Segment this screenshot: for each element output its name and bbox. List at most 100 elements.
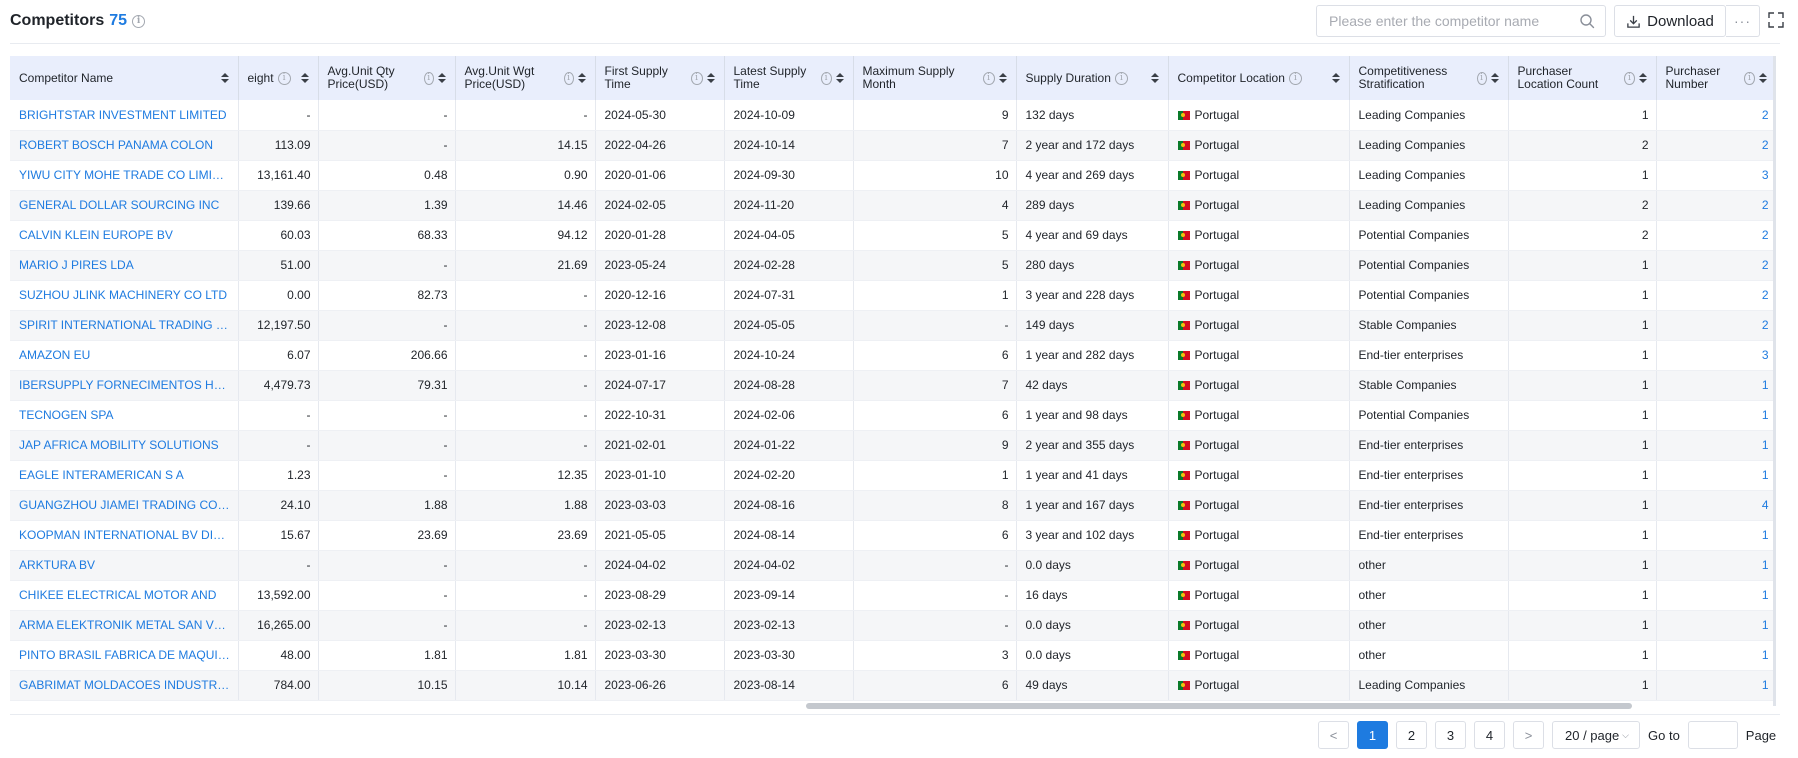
competitor-name-link[interactable]: EAGLE INTERAMERICAN S A <box>10 460 239 491</box>
competitor-name-link[interactable]: SPIRIT INTERNATIONAL TRADING LTD <box>10 310 239 341</box>
info-icon[interactable]: i <box>982 71 995 85</box>
column-header[interactable]: Competitor Location i <box>1168 56 1350 100</box>
sort-icon[interactable] <box>220 73 229 83</box>
purchaser-number-link[interactable]: 1 <box>1656 670 1773 701</box>
sort-icon[interactable] <box>706 73 715 83</box>
location-cell: Portugal <box>1168 460 1350 491</box>
info-icon[interactable]: i <box>1114 71 1128 85</box>
sort-icon[interactable] <box>998 73 1007 83</box>
search-icon[interactable] <box>1579 13 1595 29</box>
competitor-name-link[interactable]: CALVIN KLEIN EUROPE BV <box>10 220 239 251</box>
page-button-4[interactable]: 4 <box>1474 721 1505 749</box>
page-button-2[interactable]: 2 <box>1396 721 1427 749</box>
purchaser-number-link[interactable]: 2 <box>1656 310 1773 341</box>
table-cell: 14.46 <box>455 190 596 221</box>
purchaser-number-link[interactable]: 1 <box>1656 640 1773 671</box>
page-button-3[interactable]: 3 <box>1435 721 1466 749</box>
sort-icon[interactable] <box>1150 73 1159 83</box>
sort-icon[interactable] <box>1758 73 1767 83</box>
info-icon[interactable]: i <box>1288 71 1302 85</box>
competitor-name-link[interactable]: SUZHOU JLINK MACHINERY CO LTD <box>10 280 239 311</box>
next-page-button[interactable]: > <box>1513 721 1544 749</box>
competitor-name-link[interactable]: CHIKEE ELECTRICAL MOTOR AND <box>10 580 239 611</box>
info-icon[interactable]: i <box>423 71 434 85</box>
purchaser-number-link[interactable]: 3 <box>1656 160 1773 191</box>
column-header[interactable]: Competitor Name <box>10 56 239 100</box>
column-header[interactable]: Competitiveness Stratification i <box>1349 56 1509 100</box>
table-cell: 1 <box>1508 610 1657 641</box>
competitor-name-link[interactable]: AMAZON EU <box>10 340 239 371</box>
purchaser-number-link[interactable]: 1 <box>1656 460 1773 491</box>
competitor-name-link[interactable]: MARIO J PIRES LDA <box>10 250 239 281</box>
competitor-name-link[interactable]: TECNOGEN SPA <box>10 400 239 431</box>
info-icon[interactable]: i <box>1624 71 1635 85</box>
portugal-flag-icon <box>1177 531 1190 540</box>
purchaser-number-link[interactable]: 2 <box>1656 250 1773 281</box>
sort-icon[interactable] <box>577 73 586 83</box>
info-icon[interactable]: i <box>1744 71 1755 85</box>
competitor-name-link[interactable]: ARMA ELEKTRONIK METAL SAN VE TIC <box>10 610 239 641</box>
sort-icon[interactable] <box>1638 73 1647 83</box>
column-header[interactable]: Latest Supply Time i <box>724 56 854 100</box>
competitor-name-link[interactable]: KOOPMAN INTERNATIONAL BV DIST... <box>10 520 239 551</box>
download-button[interactable]: Download <box>1614 5 1726 37</box>
table-cell: 6.07 <box>238 340 319 371</box>
info-icon[interactable]: i <box>277 71 291 85</box>
sort-icon[interactable] <box>1490 73 1499 83</box>
purchaser-number-link[interactable]: 2 <box>1656 100 1773 131</box>
location-cell: Portugal <box>1168 370 1350 401</box>
competitor-name-link[interactable]: BRIGHTSTAR INVESTMENT LIMITED <box>10 100 239 131</box>
purchaser-number-link[interactable]: 2 <box>1656 220 1773 251</box>
competitor-name-link[interactable]: YIWU CITY MOHE TRADE CO LIMITED <box>10 160 239 191</box>
purchaser-number-link[interactable]: 2 <box>1656 130 1773 161</box>
purchaser-number-link[interactable]: 1 <box>1656 580 1773 611</box>
scrollbar-thumb[interactable] <box>806 703 1632 709</box>
prev-page-button[interactable]: < <box>1318 721 1349 749</box>
purchaser-number-link[interactable]: 2 <box>1656 280 1773 311</box>
competitor-name-link[interactable]: IBERSUPPLY FORNECIMENTOS HOTE... <box>10 370 239 401</box>
column-header[interactable]: First Supply Time i <box>595 56 725 100</box>
competitor-name-link[interactable]: JAP AFRICA MOBILITY SOLUTIONS <box>10 430 239 461</box>
column-header[interactable]: Avg.Unit Wgt Price(USD) i <box>455 56 596 100</box>
page-size-select[interactable]: 20 / page ⌵ <box>1552 721 1640 749</box>
purchaser-number-link[interactable]: 1 <box>1656 550 1773 581</box>
purchaser-number-link[interactable]: 1 <box>1656 430 1773 461</box>
column-header[interactable]: Purchaser Number i <box>1656 56 1773 100</box>
sort-icon[interactable] <box>437 73 446 83</box>
sort-icon[interactable] <box>300 73 309 83</box>
fullscreen-icon[interactable] <box>1766 10 1786 30</box>
goto-page-input[interactable] <box>1687 721 1738 749</box>
info-icon[interactable]: i <box>820 71 832 85</box>
purchaser-number-link[interactable]: 1 <box>1656 610 1773 641</box>
column-header[interactable]: Supply Duration i <box>1016 56 1169 100</box>
competitor-name-link[interactable]: GABRIMAT MOLDACOES INDUSTRIAI... <box>10 670 239 701</box>
purchaser-number-link[interactable]: 1 <box>1656 370 1773 401</box>
info-icon[interactable]: i <box>1476 71 1487 85</box>
purchaser-number-link[interactable]: 4 <box>1656 490 1773 521</box>
sort-icon[interactable] <box>835 73 844 83</box>
competitor-name-link[interactable]: GENERAL DOLLAR SOURCING INC <box>10 190 239 221</box>
competitor-name-link[interactable]: ARKTURA BV <box>10 550 239 581</box>
column-header[interactable]: Avg.Unit Qty Price(USD) i <box>318 56 456 100</box>
info-icon[interactable]: i <box>132 14 146 28</box>
more-button[interactable]: ··· <box>1726 5 1760 37</box>
competitor-name-link[interactable]: GUANGZHOU JIAMEI TRADING CO LTD <box>10 490 239 521</box>
purchaser-number-link[interactable]: 1 <box>1656 400 1773 431</box>
purchaser-number-link[interactable]: 3 <box>1656 340 1773 371</box>
sort-icon[interactable] <box>1331 73 1340 83</box>
competitor-name-link[interactable]: PINTO BRASIL FABRICA DE MAQUINA... <box>10 640 239 671</box>
info-icon[interactable]: i <box>563 71 574 85</box>
search-input[interactable] <box>1317 6 1557 36</box>
info-icon[interactable]: i <box>690 71 703 85</box>
table-cell: 2023-08-29 <box>595 580 725 611</box>
purchaser-number-link[interactable]: 2 <box>1656 190 1773 221</box>
column-header[interactable]: Purchaser Location Count i <box>1508 56 1657 100</box>
column-header[interactable]: Maximum Supply Month i <box>853 56 1017 100</box>
location-text: Portugal <box>1194 498 1240 512</box>
competitor-name-link[interactable]: ROBERT BOSCH PANAMA COLON <box>10 130 239 161</box>
page-button-1[interactable]: 1 <box>1357 721 1388 749</box>
column-header[interactable]: eight i <box>238 56 319 100</box>
purchaser-number-link[interactable]: 1 <box>1656 520 1773 551</box>
horizontal-scrollbar[interactable] <box>218 703 1773 709</box>
table-cell: 289 days <box>1016 190 1169 221</box>
